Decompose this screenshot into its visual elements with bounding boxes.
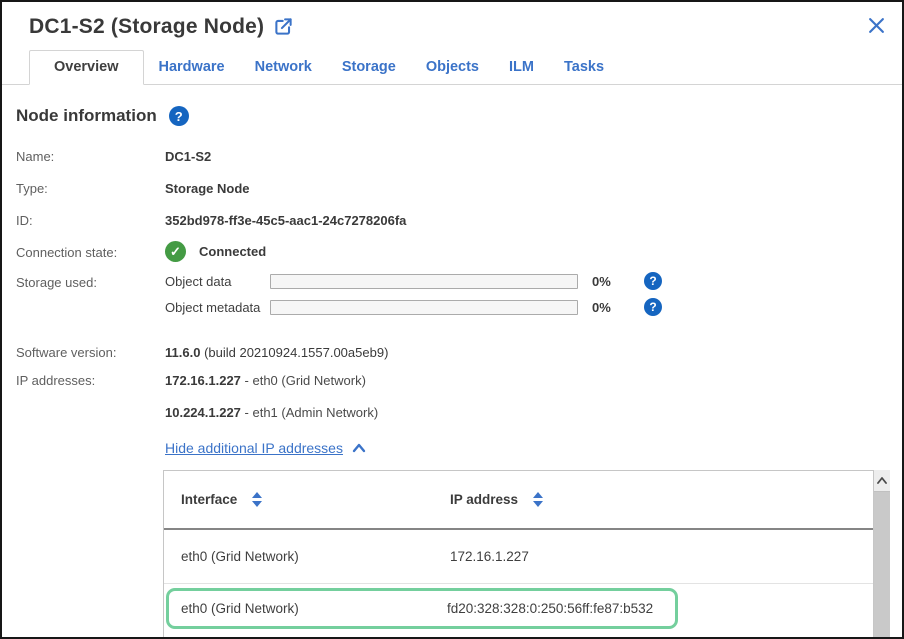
object-data-percent: 0%	[592, 274, 622, 289]
software-build: (build 20210924.1557.00a5eb9)	[204, 345, 388, 360]
software-version: 11.6.0	[165, 345, 200, 360]
field-value: 352bd978-ff3e-45c5-aac1-24c7278206fa	[165, 213, 406, 228]
scrollbar-up-icon[interactable]	[874, 470, 890, 492]
ip-table: Interface IP address eth0 (Grid Network)…	[163, 470, 874, 637]
table-row-highlighted[interactable]: eth0 (Grid Network) fd20:328:328:0:250:5…	[164, 588, 873, 639]
storage-row-label: Object metadata	[165, 300, 270, 315]
table-scrollbar[interactable]	[874, 470, 890, 637]
ip-address: 172.16.1.227	[165, 373, 241, 388]
field-value: Storage Node	[165, 181, 250, 196]
cell-ip-address: 172.16.1.227	[450, 549, 873, 564]
chevron-up-icon[interactable]	[352, 443, 366, 453]
overview-content: Node information ? Name: DC1-S2 Type: St…	[2, 106, 902, 456]
close-icon[interactable]	[866, 15, 886, 35]
connection-status: Connected	[199, 244, 266, 259]
tab-overview[interactable]: Overview	[29, 50, 144, 85]
field-ip-addresses: IP addresses: 172.16.1.227 - eth0 (Grid …	[16, 373, 902, 388]
ip-table-container: Interface IP address eth0 (Grid Network)…	[163, 470, 890, 637]
field-label: IP addresses:	[16, 373, 165, 388]
storage-row-label: Object data	[165, 274, 270, 289]
row-highlight-outline: eth0 (Grid Network) fd20:328:328:0:250:5…	[166, 588, 678, 629]
field-ip-addresses-2: 10.224.1.227 - eth1 (Admin Network)	[16, 405, 902, 420]
tab-ilm[interactable]: ILM	[494, 51, 549, 84]
field-name: Name: DC1-S2	[16, 149, 902, 164]
tab-tasks[interactable]: Tasks	[549, 51, 619, 84]
field-connection-state: Connection state: ✓ Connected	[16, 245, 902, 262]
section-title: Node information	[16, 106, 157, 126]
tab-storage[interactable]: Storage	[327, 51, 411, 84]
sort-icon[interactable]	[533, 492, 543, 507]
help-icon[interactable]: ?	[169, 106, 189, 126]
field-software-version: Software version: 11.6.0 (build 20210924…	[16, 345, 902, 360]
node-detail-panel: DC1-S2 (Storage Node) Overview Hardware …	[0, 0, 904, 639]
node-info-fields: Name: DC1-S2 Type: Storage Node ID: 352b…	[16, 149, 902, 456]
table-row[interactable]: eth0 (Grid Network) 172.16.1.227	[164, 530, 873, 584]
ip-interface: - eth0 (Grid Network)	[245, 373, 366, 388]
column-header-interface: Interface	[181, 492, 237, 507]
storage-object-metadata-row: Object metadata 0% ?	[165, 298, 662, 316]
ip-table-header: Interface IP address	[164, 471, 873, 530]
object-metadata-progress-bar	[270, 300, 578, 315]
field-id: ID: 352bd978-ff3e-45c5-aac1-24c7278206fa	[16, 213, 902, 228]
ip-address: 10.224.1.227	[165, 405, 241, 420]
panel-header: DC1-S2 (Storage Node)	[2, 2, 902, 41]
tab-objects[interactable]: Objects	[411, 51, 494, 84]
field-label: Name:	[16, 149, 165, 164]
object-metadata-percent: 0%	[592, 300, 622, 315]
connected-check-icon: ✓	[165, 241, 186, 262]
sort-icon[interactable]	[252, 492, 262, 507]
tab-network[interactable]: Network	[240, 51, 327, 84]
help-icon[interactable]: ?	[644, 272, 662, 290]
hide-additional-ip-link[interactable]: Hide additional IP addresses	[165, 440, 343, 456]
field-label: Software version:	[16, 345, 165, 360]
field-label: Type:	[16, 181, 165, 196]
field-label: ID:	[16, 213, 165, 228]
object-data-progress-bar	[270, 274, 578, 289]
cell-interface: eth0 (Grid Network)	[181, 549, 450, 564]
cell-ip-address: fd20:328:328:0:250:56ff:fe87:b532	[447, 601, 675, 616]
tab-hardware[interactable]: Hardware	[144, 51, 240, 84]
field-label: Connection state:	[16, 245, 165, 260]
field-storage-used: Storage used: Object data 0% ? Object me…	[16, 275, 902, 324]
column-header-ip-address: IP address	[450, 492, 518, 507]
storage-object-data-row: Object data 0% ?	[165, 272, 662, 290]
page-title: DC1-S2 (Storage Node)	[29, 15, 264, 39]
help-icon[interactable]: ?	[644, 298, 662, 316]
cell-interface: eth0 (Grid Network)	[181, 601, 447, 616]
ip-interface: - eth1 (Admin Network)	[245, 405, 379, 420]
field-label: Storage used:	[16, 275, 165, 290]
field-type: Type: Storage Node	[16, 181, 902, 196]
external-link-icon[interactable]	[274, 17, 293, 41]
field-value: DC1-S2	[165, 149, 211, 164]
tab-bar: Overview Hardware Network Storage Object…	[2, 50, 902, 85]
